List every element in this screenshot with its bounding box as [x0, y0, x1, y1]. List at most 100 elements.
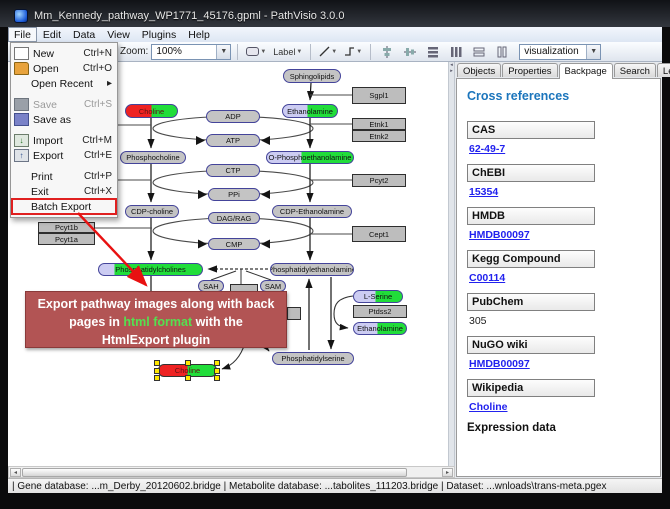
pathway-node[interactable]: L-Serine	[353, 290, 403, 303]
database-id-link[interactable]: C00114	[469, 272, 660, 284]
chevron-down-icon[interactable]: ▼	[296, 49, 302, 55]
database-id-link[interactable]: HMDB00097	[469, 358, 660, 370]
file-menu-item[interactable]: Batch Export	[12, 199, 116, 214]
selection-handle[interactable]	[214, 368, 220, 374]
horizontal-scrollbar[interactable]: ◂ ▸	[8, 466, 455, 478]
pathway-node[interactable]: Phosphatidylserine	[272, 352, 354, 365]
pathway-node[interactable]: DAG/RAG	[208, 212, 260, 224]
selected-pathway-node[interactable]: Choline	[158, 364, 217, 377]
visualization-value: visualization	[524, 46, 578, 57]
file-menu-item[interactable]: Save Ctrl+S	[12, 97, 116, 112]
cross-reference-section: ChEBI 15354	[467, 164, 660, 198]
chevron-down-icon[interactable]: ▼	[586, 45, 600, 59]
chevron-down-icon[interactable]: ▼	[260, 49, 266, 55]
title-bar[interactable]: Mm_Kennedy_pathway_WP1771_45176.gpml - P…	[0, 0, 670, 27]
datanode-tool-button[interactable]: ▼	[244, 44, 268, 60]
panel-tab[interactable]: Properties	[502, 63, 557, 77]
pathway-node[interactable]: CMP	[208, 238, 260, 250]
toolbar-separator	[237, 44, 238, 60]
pathway-node[interactable]: Ptdss2	[353, 305, 407, 318]
scrollbar-thumb[interactable]	[22, 468, 407, 477]
pathway-node[interactable]: Pcyt1a	[38, 233, 95, 245]
cross-reference-section: PubChem 305	[467, 293, 660, 327]
align-vertical-center-button[interactable]	[400, 44, 420, 60]
pathway-node[interactable]: CTP	[206, 164, 260, 177]
file-menu-item[interactable]: Print Ctrl+P	[12, 169, 116, 184]
label-tool-button[interactable]: Label▼	[271, 44, 304, 60]
selection-handle[interactable]	[185, 360, 191, 366]
menubar-item[interactable]: Data	[67, 27, 101, 42]
panel-tab[interactable]: Search	[614, 63, 656, 77]
pathway-node[interactable]: CDP-choline	[125, 205, 179, 218]
pathway-node[interactable]	[287, 307, 301, 320]
file-menu-item[interactable]: Save as	[12, 112, 116, 127]
scroll-right-icon[interactable]: ▸	[442, 468, 453, 477]
database-id-link[interactable]: HMDB00097	[469, 229, 660, 241]
panel-tab-label: Objects	[463, 66, 495, 77]
file-menu-item[interactable]: Import Ctrl+M	[12, 133, 116, 148]
selection-handle[interactable]	[214, 360, 220, 366]
database-id-link[interactable]: 62-49-7	[469, 143, 660, 155]
pathway-node[interactable]: Etnk1	[352, 118, 406, 130]
pathway-node[interactable]: Sphingolipids	[283, 69, 341, 83]
chevron-down-icon[interactable]: ▼	[216, 45, 230, 59]
pathway-node[interactable]: Cept1	[352, 226, 406, 242]
pathway-node[interactable]: Phosphatidylcholines	[98, 263, 203, 276]
file-menu-item[interactable]: Open Recent ▸	[12, 76, 116, 91]
chevron-down-icon[interactable]: ▼	[356, 49, 362, 55]
distribute-horizontal-button[interactable]	[446, 44, 466, 60]
pathway-node[interactable]: Ethanolamine	[353, 322, 407, 335]
file-menu-item[interactable]: Open Ctrl+O	[12, 61, 116, 76]
menubar-item[interactable]: Edit	[37, 27, 67, 42]
zoom-combobox[interactable]: 100% ▼	[151, 44, 231, 60]
visualization-combobox[interactable]: visualization ▼	[519, 44, 601, 60]
scroll-left-icon[interactable]: ◂	[10, 468, 21, 477]
selection-handle[interactable]	[154, 368, 160, 374]
cross-reference-section: Kegg Compound C00114	[467, 250, 660, 284]
panel-tab[interactable]: Backpage	[559, 63, 613, 79]
align-horizontal-center-icon	[381, 46, 393, 58]
menubar-item[interactable]: File	[8, 27, 37, 42]
menu-item-label: New	[33, 48, 75, 60]
selection-handle[interactable]	[185, 375, 191, 381]
pathway-node[interactable]: ATP	[206, 134, 260, 147]
pathway-node[interactable]: CDP-Ethanolamine	[272, 205, 352, 218]
menu-item-icon	[14, 98, 29, 111]
database-id-link[interactable]: 15354	[469, 186, 660, 198]
menu-item-shortcut: Ctrl+O	[83, 63, 112, 74]
file-menu-item[interactable]: New Ctrl+N	[12, 46, 116, 61]
pathway-node[interactable]: ADP	[206, 110, 260, 123]
database-id-link[interactable]: 305	[469, 315, 660, 327]
pathway-node[interactable]: Pcyt1b	[38, 222, 95, 233]
panel-tab[interactable]: Objects	[457, 63, 501, 77]
file-menu-item[interactable]: Exit Ctrl+X	[12, 184, 116, 199]
file-menu-item[interactable]: Export Ctrl+E	[12, 148, 116, 163]
pathway-node[interactable]: Pcyt2	[352, 174, 406, 187]
align-horizontal-center-button[interactable]	[377, 44, 397, 60]
pathway-node[interactable]: Sgpl1	[352, 87, 406, 104]
pathway-node[interactable]: Choline	[125, 104, 178, 118]
pathway-node[interactable]: Ethanolamine	[282, 104, 338, 118]
pathway-node[interactable]: Phosphatidylethanolamine	[270, 263, 354, 276]
menubar-item[interactable]: View	[101, 27, 136, 42]
common-width-button[interactable]	[469, 44, 489, 60]
common-height-button[interactable]	[492, 44, 512, 60]
panel-splitter[interactable]: ◂▸	[448, 62, 455, 478]
connector-tool-button[interactable]: ▼	[342, 44, 364, 60]
pathway-node[interactable]: Etnk2	[352, 130, 406, 142]
database-id-link[interactable]: Choline	[469, 401, 660, 413]
pathway-node[interactable]: O-Phosphoethanolamine	[266, 151, 354, 164]
distribute-vertical-button[interactable]	[423, 44, 443, 60]
selection-handle[interactable]	[154, 375, 160, 381]
menubar-item[interactable]: Plugins	[136, 27, 182, 42]
pathway-node[interactable]: Phosphocholine	[120, 151, 186, 164]
menubar-item[interactable]: Help	[182, 27, 216, 42]
pathway-node[interactable]: PPi	[208, 188, 260, 201]
line-tool-button[interactable]: ▼	[317, 44, 339, 60]
selection-handle[interactable]	[214, 375, 220, 381]
annotation-line1: Export pathway images along with back	[26, 295, 286, 313]
chevron-down-icon[interactable]: ▼	[331, 49, 337, 55]
menu-item-icon	[14, 47, 29, 60]
panel-tab[interactable]: Legend	[657, 63, 670, 77]
selection-handle[interactable]	[154, 360, 160, 366]
